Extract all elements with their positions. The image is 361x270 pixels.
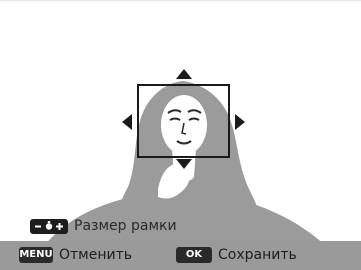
- frame-size-hint: Размер рамки: [30, 216, 177, 236]
- menu-key-badge: MENU: [19, 247, 53, 263]
- arrow-left-icon[interactable]: [122, 114, 132, 130]
- save-label: Сохранить: [218, 247, 297, 263]
- face-frame[interactable]: [137, 84, 230, 158]
- zoom-minus-plus-icon[interactable]: [30, 218, 68, 234]
- zoom-lever-glyph: [35, 220, 63, 230]
- arrow-right-icon[interactable]: [235, 114, 245, 130]
- cancel-label: Отменить: [59, 247, 133, 263]
- arrow-up-icon[interactable]: [176, 69, 192, 79]
- save-button[interactable]: OK Сохранить: [176, 247, 297, 263]
- cancel-button[interactable]: MENU Отменить: [19, 247, 132, 263]
- arrow-down-icon[interactable]: [176, 159, 192, 169]
- camera-screen: Размер рамки MENU Отменить OK Сохранить: [0, 0, 361, 270]
- ok-key-badge: OK: [176, 247, 212, 263]
- bottom-bar: MENU Отменить OK Сохранить: [0, 241, 361, 270]
- frame-size-label: Размер рамки: [74, 218, 177, 234]
